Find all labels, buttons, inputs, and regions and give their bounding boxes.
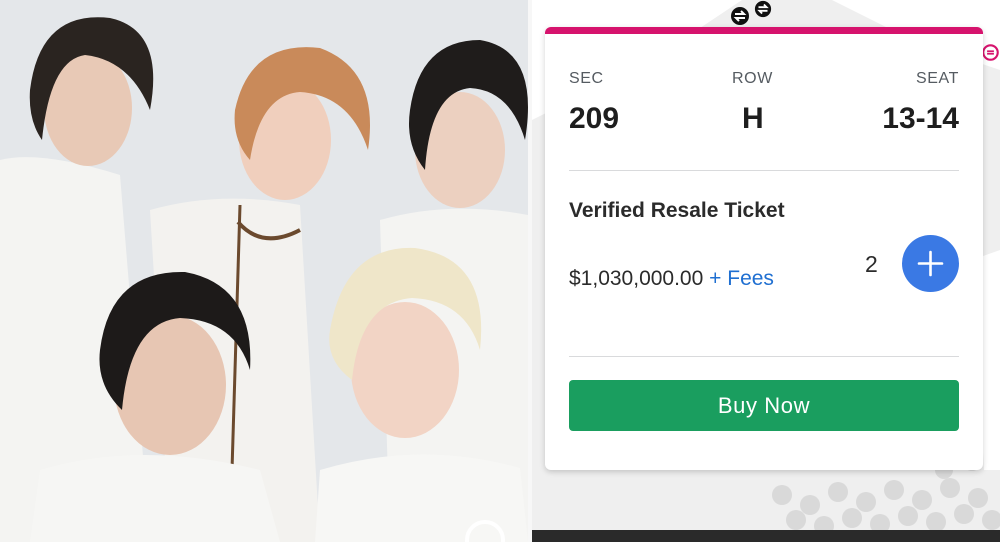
- swap-icon: [731, 7, 749, 25]
- section-label: SEC: [569, 70, 604, 87]
- increase-quantity-button[interactable]: [902, 235, 959, 292]
- divider-line: [569, 170, 959, 171]
- seat-label: SEAT: [915, 70, 959, 87]
- row-value: H: [742, 102, 764, 135]
- row-label: ROW: [732, 70, 773, 87]
- bottom-bar: [532, 530, 1000, 542]
- ticket-type: Verified Resale Ticket: [569, 199, 785, 222]
- ticket-card: SEC ROW SEAT 209 H 13-14 Verified Resale…: [545, 27, 983, 470]
- seat-value: 13-14: [882, 102, 959, 135]
- quantity-value: 2: [865, 251, 878, 277]
- swap-icon-small: [754, 0, 772, 18]
- section-value: 209: [569, 102, 620, 135]
- accessibility-swap-icon: [982, 44, 999, 61]
- group-photo-image: [0, 0, 528, 542]
- plus-icon: [917, 250, 944, 277]
- buy-now-button[interactable]: Buy Now: [569, 380, 959, 431]
- fees-link[interactable]: + Fees: [709, 267, 774, 290]
- ticket-price: $1,030,000.00: [569, 267, 704, 290]
- ticket-price-block: $1,030,000.00 + Fees: [569, 262, 829, 296]
- group-photo: [0, 0, 528, 542]
- divider-line: [569, 356, 959, 357]
